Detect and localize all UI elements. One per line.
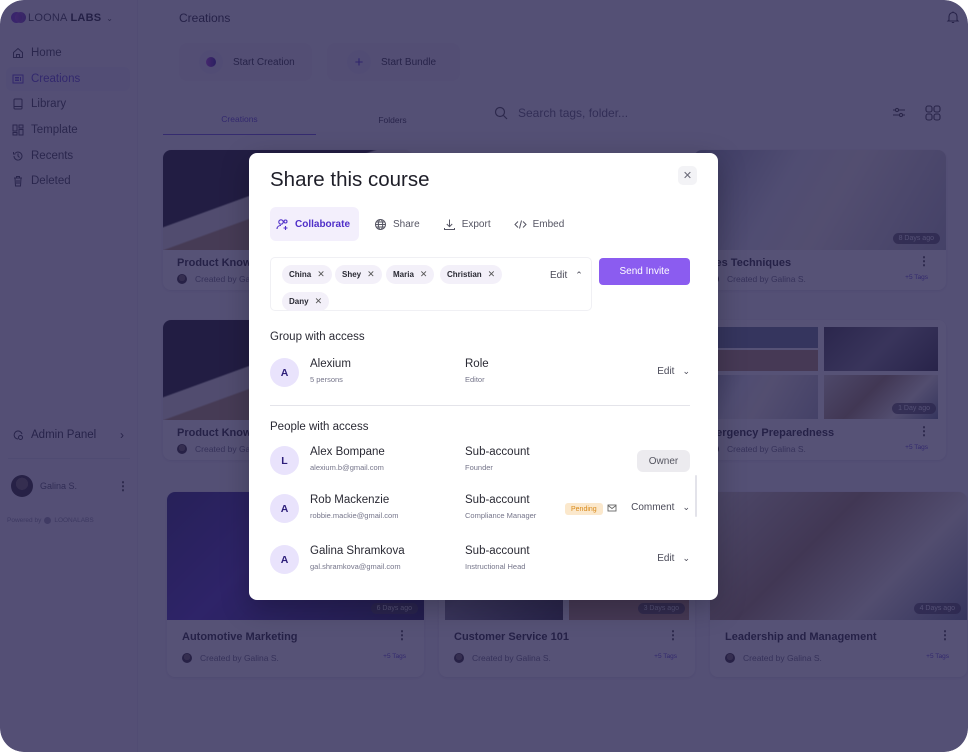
person-email: gal.shramkova@gmail.com <box>310 562 401 571</box>
collaborate-icon <box>276 218 288 230</box>
permission-value: Edit <box>657 553 675 564</box>
tab-label: Share <box>393 218 420 230</box>
people-access-heading: People with access <box>270 421 369 433</box>
chevron-up-icon: ⌃ <box>575 270 583 280</box>
chip-label: Shey <box>342 270 362 279</box>
share-tabs: Collaborate Share Export Embed <box>270 207 581 241</box>
invitee-chip: Shey ✕ <box>335 265 382 284</box>
person-name: Rob Mackenzie <box>310 494 390 506</box>
person-row: A Rob Mackenzie robbie.mackie@gmail.com … <box>270 494 690 524</box>
person-email: alexium.b@gmail.com <box>310 463 384 472</box>
globe-icon <box>375 218 387 230</box>
invitee-chip: Dany ✕ <box>282 292 330 311</box>
remove-icon[interactable]: ✕ <box>420 269 428 280</box>
tab-collaborate[interactable]: Collaborate <box>270 207 360 241</box>
remove-icon[interactable]: ✕ <box>367 269 375 280</box>
permission-select[interactable]: Edit ⌄ <box>657 366 690 377</box>
download-icon <box>443 219 455 230</box>
permission-value: Edit <box>657 366 675 377</box>
tab-share[interactable]: Share <box>368 207 428 241</box>
group-row: A Alexium 5 persons Role Editor Edit ⌄ <box>270 358 690 388</box>
remove-icon[interactable]: ✕ <box>315 296 323 307</box>
account-type: Sub-account <box>465 446 530 458</box>
chevron-down-icon: ⌄ <box>682 502 690 512</box>
permission-select[interactable]: Comment ⌄ <box>631 502 690 513</box>
close-button[interactable]: ✕ <box>678 166 697 185</box>
group-name: Alexium <box>310 358 351 370</box>
invite-permission-select[interactable]: Edit ⌃ <box>550 270 583 281</box>
tab-embed[interactable]: Embed <box>508 207 573 241</box>
person-row: A Galina Shramkova gal.shramkova@gmail.c… <box>270 545 690 575</box>
tab-export[interactable]: Export <box>437 207 499 241</box>
remove-icon[interactable]: ✕ <box>317 269 325 280</box>
person-row: L Alex Bompane alexium.b@gmail.com Sub-a… <box>270 446 690 476</box>
group-access-heading: Group with access <box>270 331 365 343</box>
close-icon: ✕ <box>682 170 693 182</box>
pending-badge: Pending <box>565 503 603 515</box>
avatar: L <box>270 446 299 475</box>
owner-badge: Owner <box>637 450 690 472</box>
invitee-chip: Maria ✕ <box>386 265 435 284</box>
permission-value: Comment <box>631 502 675 513</box>
account-type: Sub-account <box>465 494 530 506</box>
avatar: A <box>270 494 299 523</box>
dialog-title: Share this course <box>270 168 430 191</box>
role-label: Role <box>465 358 489 370</box>
person-name: Alex Bompane <box>310 446 385 458</box>
invitee-chip: Christian ✕ <box>440 265 503 284</box>
section-divider <box>270 405 690 406</box>
invite-permission-value: Edit <box>550 270 568 281</box>
tab-label: Collaborate <box>295 218 351 230</box>
scrollbar[interactable] <box>695 475 697 517</box>
role-value: Editor <box>465 375 485 384</box>
tab-label: Embed <box>532 218 565 230</box>
invitee-input[interactable]: China ✕ Shey ✕ Maria ✕ Christian ✕ Dany ✕ Edi… <box>270 257 592 311</box>
chevron-down-icon: ⌄ <box>682 366 690 376</box>
chip-label: Christian <box>447 270 482 279</box>
app-window: LOONALABS ⌄ Home Creations Library Templ… <box>0 0 968 752</box>
person-email: robbie.mackie@gmail.com <box>310 511 399 520</box>
tab-label: Export <box>461 218 491 230</box>
chevron-down-icon: ⌄ <box>682 553 690 563</box>
avatar: A <box>270 358 299 387</box>
avatar: A <box>270 545 299 574</box>
invitee-chip: China ✕ <box>282 265 332 284</box>
remove-icon[interactable]: ✕ <box>488 269 496 280</box>
chip-label: Maria <box>393 270 414 279</box>
job-title: Founder <box>465 463 493 472</box>
group-member-count: 5 persons <box>310 375 343 384</box>
permission-select[interactable]: Edit ⌄ <box>657 553 690 564</box>
account-type: Sub-account <box>465 545 530 557</box>
person-name: Galina Shramkova <box>310 545 405 557</box>
chip-label: Dany <box>289 297 309 306</box>
mail-icon[interactable] <box>607 503 617 513</box>
job-title: Instructional Head <box>465 562 526 571</box>
job-title: Compliance Manager <box>465 511 537 520</box>
code-icon <box>513 219 527 229</box>
share-course-dialog: Share this course ✕ Collaborate Share Ex… <box>249 153 718 600</box>
chip-label: China <box>289 270 312 279</box>
send-invite-button[interactable]: Send Invite <box>599 258 690 285</box>
